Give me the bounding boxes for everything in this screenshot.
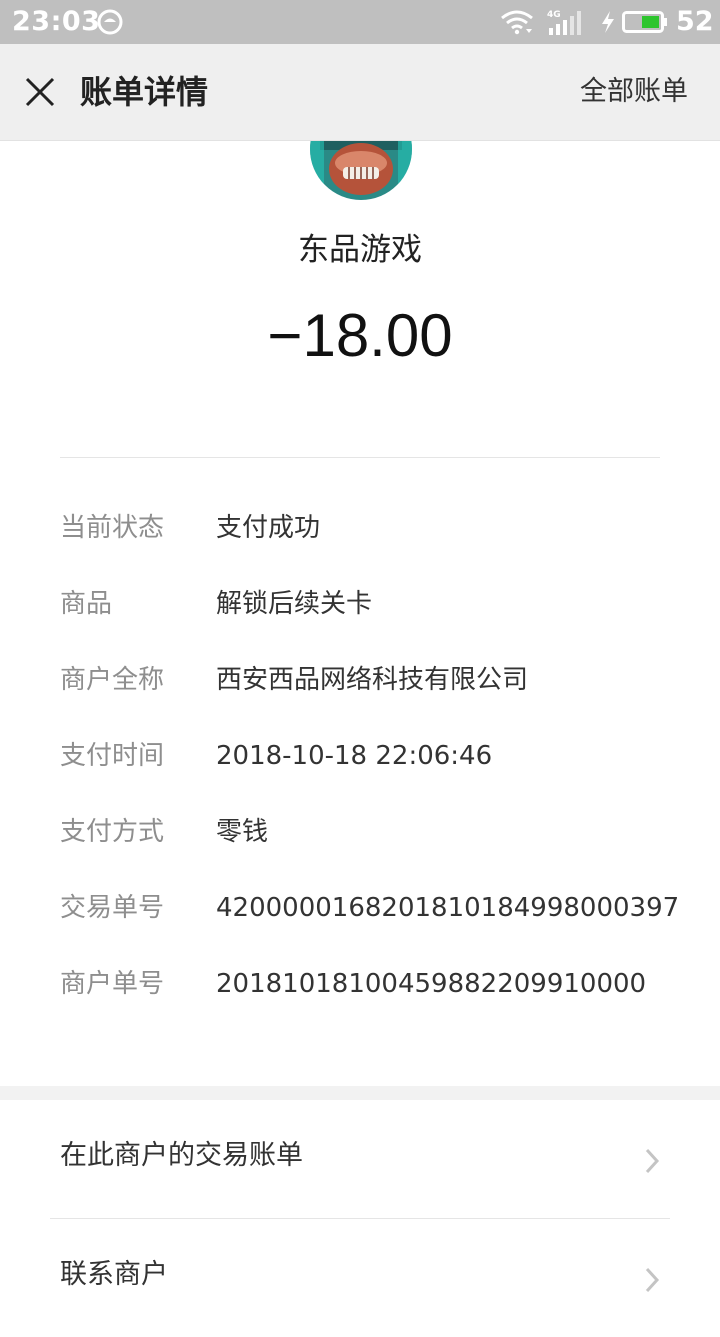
action-label: 在此商户的交易账单	[60, 1140, 303, 1171]
wifi-icon	[501, 10, 533, 35]
detail-value: 4200000168201810184998000397	[216, 893, 680, 923]
action-label: 联系商户	[60, 1259, 168, 1290]
app-notification-icon	[97, 9, 123, 35]
detail-label: 支付时间	[60, 741, 165, 771]
detail-value: 2018-10-18 22:06:46	[216, 741, 493, 771]
detail-value: 解锁后续关卡	[216, 589, 373, 619]
detail-row-transaction-id: 交易单号 4200000168201810184998000397	[0, 870, 720, 946]
page-title: 账单详情	[80, 73, 209, 111]
battery-icon	[622, 11, 667, 33]
detail-label: 商户全称	[60, 665, 165, 695]
status-time: 23:03	[12, 6, 101, 37]
contact-merchant-row[interactable]: 联系商户	[0, 1219, 720, 1337]
merchant-bills-row[interactable]: 在此商户的交易账单	[0, 1100, 720, 1218]
divider	[60, 457, 660, 458]
detail-label: 支付方式	[60, 817, 165, 847]
merchant-avatar	[310, 141, 412, 200]
battery-level: 52	[676, 6, 714, 37]
all-bills-link[interactable]: 全部账单	[580, 72, 688, 112]
merchant-name: 东品游戏	[298, 232, 422, 268]
detail-row-payment-time: 支付时间 2018-10-18 22:06:46	[0, 718, 720, 794]
detail-value: 西安西品网络科技有限公司	[216, 665, 529, 695]
network-type-label: 4G	[547, 10, 561, 20]
detail-row-merchant-fullname: 商户全称 西安西品网络科技有限公司	[0, 642, 720, 718]
status-bar: 23:03 4G 52	[0, 0, 720, 44]
detail-row-payment-method: 支付方式 零钱	[0, 794, 720, 870]
detail-label: 商户单号	[60, 969, 165, 999]
detail-row-status: 当前状态 支付成功	[0, 490, 720, 566]
chevron-right-icon	[645, 1148, 660, 1174]
close-icon[interactable]	[18, 70, 62, 114]
charging-icon	[602, 11, 614, 33]
section-separator	[0, 1086, 720, 1100]
chevron-right-icon	[645, 1267, 660, 1293]
cellular-signal-icon: 4G	[547, 10, 581, 35]
detail-value: 20181018100459882209910000	[216, 969, 647, 999]
detail-label: 交易单号	[60, 893, 165, 923]
detail-value: 零钱	[216, 817, 269, 847]
detail-value: 支付成功	[216, 513, 321, 543]
detail-label: 商品	[60, 589, 113, 619]
detail-label: 当前状态	[60, 513, 165, 543]
transaction-amount: −18.00	[267, 302, 453, 369]
detail-row-product: 商品 解锁后续关卡	[0, 566, 720, 642]
detail-row-merchant-order-id: 商户单号 20181018100459882209910000	[0, 946, 720, 1022]
nav-bar: 账单详情 全部账单	[0, 44, 720, 141]
